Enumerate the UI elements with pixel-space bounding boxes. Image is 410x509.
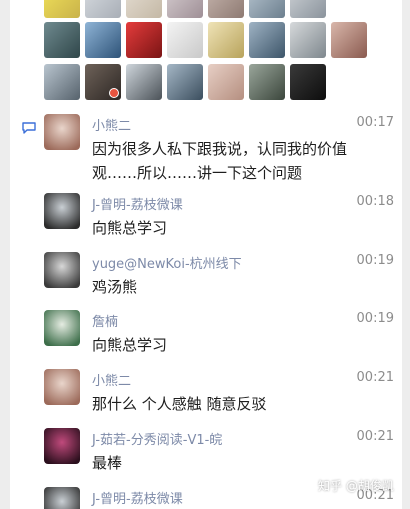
chat-panel: 小熊二 00:17 因为很多人私下跟我说，认同我的价值观……所以……讲一下这个问题 J… bbox=[10, 0, 402, 509]
member-avatar[interactable] bbox=[167, 22, 203, 58]
message-text: 向熊总学习 bbox=[92, 336, 168, 354]
sender-name[interactable]: 小熊二 bbox=[92, 370, 131, 389]
member-avatar[interactable] bbox=[44, 0, 80, 18]
member-avatar[interactable] bbox=[249, 64, 285, 100]
chat-bubble-icon[interactable] bbox=[22, 122, 36, 134]
member-avatar[interactable] bbox=[290, 22, 326, 58]
sender-avatar[interactable] bbox=[44, 310, 80, 346]
member-avatar[interactable] bbox=[85, 64, 121, 100]
member-avatar[interactable] bbox=[85, 22, 121, 58]
watermark: 知乎 @胡俊凯 bbox=[318, 479, 394, 493]
sender-avatar[interactable] bbox=[44, 428, 80, 464]
member-avatar[interactable] bbox=[290, 0, 326, 18]
message-text: 向熊总学习 bbox=[92, 219, 168, 237]
member-avatar[interactable] bbox=[208, 0, 244, 18]
member-avatar[interactable] bbox=[85, 0, 121, 18]
sender-name[interactable]: J-曾明-荔枝微课 bbox=[92, 194, 183, 213]
sender-avatar[interactable] bbox=[44, 369, 80, 405]
sender-name[interactable]: yuge@NewKoi-杭州线下 bbox=[92, 253, 242, 272]
sender-avatar[interactable] bbox=[44, 252, 80, 288]
member-avatar[interactable] bbox=[249, 0, 285, 18]
sender-name[interactable]: 小熊二 bbox=[92, 115, 131, 134]
member-avatar[interactable] bbox=[126, 64, 162, 100]
sender-avatar[interactable] bbox=[44, 114, 80, 150]
message-text: 最棒 bbox=[92, 454, 123, 472]
member-avatar[interactable] bbox=[331, 22, 367, 58]
message-time: 00:21 bbox=[356, 370, 394, 385]
sender-name[interactable]: J-茹若-分秀阅读-V1-皖 bbox=[92, 429, 222, 448]
message-time: 00:19 bbox=[356, 311, 394, 326]
sender-avatar[interactable] bbox=[44, 487, 80, 509]
message-time: 00:21 bbox=[356, 429, 394, 444]
member-avatar[interactable] bbox=[126, 22, 162, 58]
sender-name[interactable]: J-曾明-荔枝微课 bbox=[92, 488, 183, 507]
member-avatar[interactable] bbox=[167, 64, 203, 100]
message-time: 00:17 bbox=[356, 115, 394, 130]
member-avatar[interactable] bbox=[249, 22, 285, 58]
message-text: 那什么 个人感触 随意反驳 bbox=[92, 395, 267, 413]
member-avatar[interactable] bbox=[167, 0, 203, 18]
member-avatar[interactable] bbox=[126, 0, 162, 18]
member-avatar[interactable] bbox=[290, 64, 326, 100]
member-avatar[interactable] bbox=[208, 22, 244, 58]
member-avatar[interactable] bbox=[208, 64, 244, 100]
member-avatar[interactable] bbox=[44, 22, 80, 58]
message-time: 00:19 bbox=[356, 253, 394, 268]
message-time: 00:18 bbox=[356, 194, 394, 209]
message-text: 鸡汤熊 bbox=[92, 278, 138, 296]
badge-icon bbox=[109, 88, 119, 98]
sender-name[interactable]: 詹楠 bbox=[92, 311, 118, 330]
message-text: 因为很多人私下跟我说，认同我的价值观……所以……讲一下这个问题 bbox=[92, 140, 348, 182]
sender-avatar[interactable] bbox=[44, 193, 80, 229]
member-avatar[interactable] bbox=[44, 64, 80, 100]
